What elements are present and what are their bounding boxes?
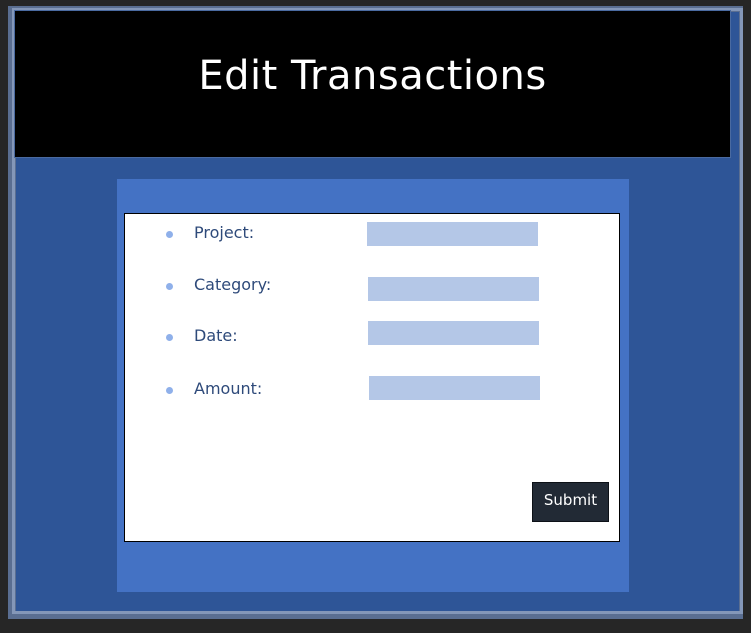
submit-button[interactable]: Submit: [532, 482, 609, 522]
project-input[interactable]: [367, 222, 538, 246]
amount-input[interactable]: [369, 376, 540, 400]
edit-transaction-form: Project: Category: Date: Amount: Submit: [124, 213, 620, 542]
project-row: Project:: [125, 222, 619, 248]
amount-label: Amount:: [194, 379, 263, 398]
date-input[interactable]: [368, 321, 539, 345]
date-label: Date:: [194, 326, 238, 345]
bullet-icon: [166, 387, 173, 394]
category-row: Category:: [125, 274, 619, 301]
bullet-icon: [166, 334, 173, 341]
page-title: Edit Transactions: [198, 53, 547, 99]
project-label: Project:: [194, 223, 255, 242]
bullet-icon: [166, 283, 173, 290]
amount-row: Amount:: [125, 376, 619, 404]
header-banner: Edit Transactions: [14, 10, 731, 158]
category-input[interactable]: [368, 277, 539, 301]
date-row: Date:: [125, 321, 619, 351]
category-label: Category:: [194, 275, 272, 294]
bullet-icon: [166, 231, 173, 238]
